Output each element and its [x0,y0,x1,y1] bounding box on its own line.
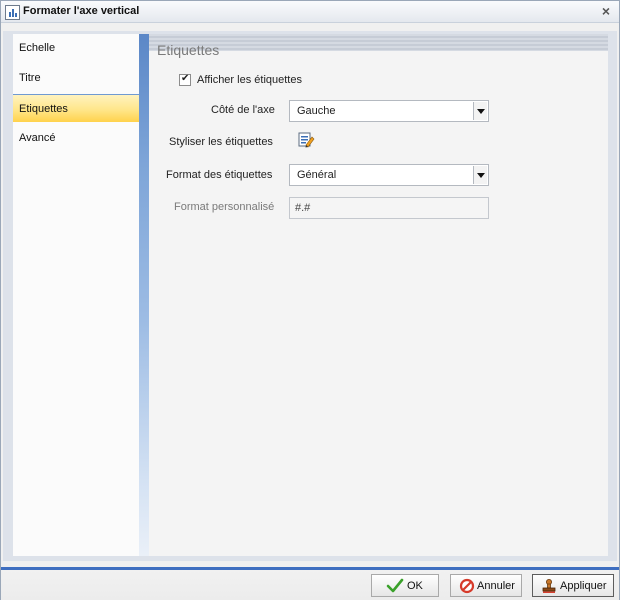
sidebar-item-etiquettes[interactable]: Etiquettes [13,94,139,122]
cancel-label: Annuler [477,580,515,592]
style-labels-label: Styliser les étiquettes [169,136,273,148]
apply-label: Appliquer [560,580,607,592]
chevron-down-icon[interactable] [473,166,487,184]
cancel-button[interactable]: Annuler [450,574,522,597]
stamp-icon [542,579,556,593]
axis-side-value: Gauche [297,105,336,117]
custom-format-field[interactable] [289,197,489,219]
ok-label: OK [407,580,423,592]
checkmark-icon [386,578,404,593]
sidebar-item-avance[interactable]: Avancé [13,124,139,152]
sidebar-item-echelle[interactable]: Echelle [13,34,139,62]
chart-axis-icon [5,5,20,20]
style-edit-icon[interactable] [297,131,315,149]
custom-format-label: Format personnalisé [174,201,275,213]
dialog-footer: OK Annuler Appliquer [1,567,619,600]
axis-side-select[interactable]: Gauche [289,100,489,122]
format-axis-dialog: Formater l'axe vertical × Echelle Titre … [0,0,620,600]
apply-button[interactable]: Appliquer [532,574,614,597]
category-sidebar: Echelle Titre Etiquettes Avancé [13,34,139,556]
section-title: Etiquettes [157,42,220,58]
label-format-value: Général [297,169,337,181]
dialog-title: Formater l'axe vertical [23,5,140,17]
panel-divider [139,34,149,556]
chevron-down-icon[interactable] [473,102,487,120]
settings-panel: Etiquettes Afficher les étiquettes Côté … [149,34,608,556]
cancel-icon [459,578,475,594]
label-format-select[interactable]: Général [289,164,489,186]
dialog-content: Echelle Titre Etiquettes Avancé Etiquett… [3,31,617,561]
sidebar-item-titre[interactable]: Titre [13,64,139,92]
show-labels-label: Afficher les étiquettes [197,74,302,86]
show-labels-checkbox[interactable] [179,73,191,86]
title-bar: Formater l'axe vertical × [1,1,619,23]
label-format-label: Format des étiquettes [166,169,273,181]
close-icon[interactable]: × [599,4,613,18]
axis-side-label: Côté de l'axe [211,104,275,116]
ok-button[interactable]: OK [371,574,439,597]
